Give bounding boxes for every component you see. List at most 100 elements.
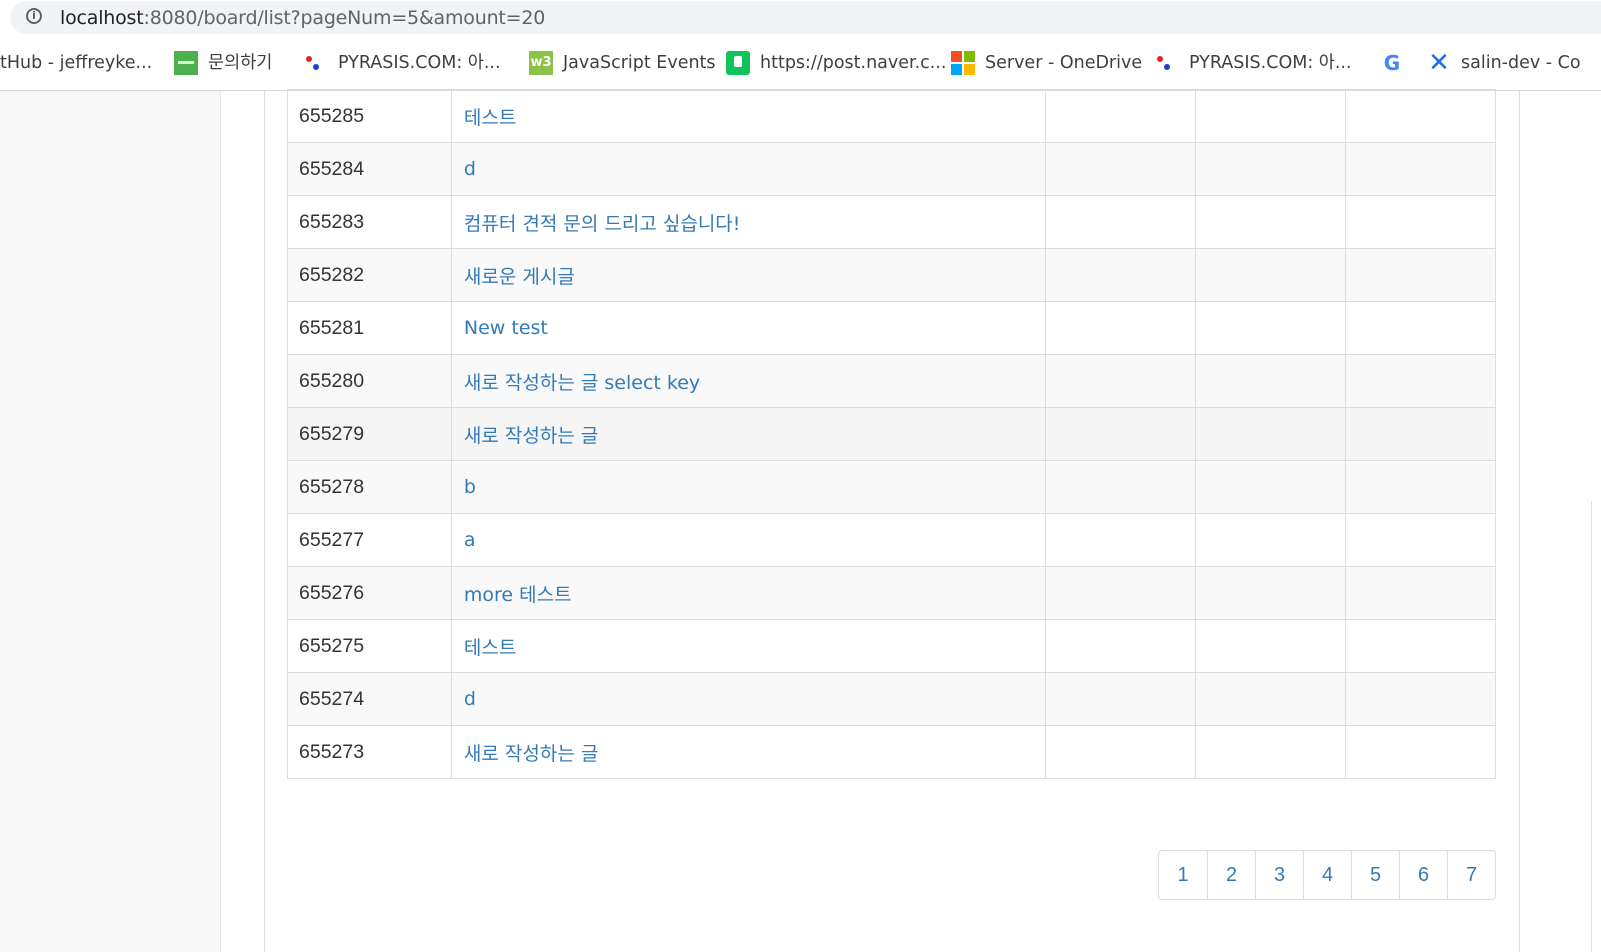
confluence-icon: ✕ — [1428, 48, 1450, 78]
bookmark-label: salin-dev - Co — [1461, 53, 1581, 73]
post-regdate-cell — [1195, 513, 1347, 567]
page-link-6[interactable]: 6 — [1399, 851, 1447, 899]
post-title-link[interactable]: New test — [464, 317, 548, 339]
post-writer-cell — [1045, 460, 1197, 514]
page-link-1[interactable]: 1 — [1159, 851, 1207, 899]
post-number: 655280 — [287, 354, 452, 408]
post-title-link[interactable]: d — [464, 158, 476, 180]
bookmark-confluence[interactable]: ✕ salin-dev - Co — [1427, 48, 1581, 78]
post-number: 655278 — [287, 460, 452, 514]
page-link-7[interactable]: 7 — [1447, 851, 1495, 899]
post-title-link[interactable]: 테스트 — [464, 107, 516, 129]
post-number: 655281 — [287, 301, 452, 355]
wrapper-divider — [264, 91, 265, 952]
post-number: 655276 — [287, 566, 452, 620]
post-updatedate-cell — [1345, 195, 1496, 249]
post-updatedate-cell — [1345, 566, 1496, 620]
post-title-link[interactable]: d — [464, 688, 476, 710]
post-title-link[interactable]: 새로 작성하는 글 select key — [464, 372, 700, 394]
post-writer-cell — [1045, 142, 1197, 196]
post-title-cell: 테스트 — [450, 89, 1047, 143]
post-number: 655282 — [287, 248, 452, 302]
page-link-5[interactable]: 5 — [1351, 851, 1399, 899]
post-title-link[interactable]: a — [464, 529, 476, 551]
bookmark-label: Server - OneDrive — [985, 53, 1143, 73]
table-row: 655277 a — [287, 513, 1496, 567]
post-title-cell: d — [450, 142, 1047, 196]
bookmark-pyrasis-1[interactable]: PYRASIS.COM: 아... — [304, 51, 501, 75]
google-icon: G — [1383, 51, 1401, 75]
post-regdate-cell — [1195, 407, 1347, 461]
post-title-cell: b — [450, 460, 1047, 514]
post-title-link[interactable]: 새로운 게시글 — [464, 266, 575, 288]
post-title-link[interactable]: 테스트 — [464, 637, 516, 659]
page-link-2[interactable]: 2 — [1207, 851, 1255, 899]
page-link-4[interactable]: 4 — [1303, 851, 1351, 899]
post-title-cell: 컴퓨터 견적 문의 드리고 싶습니다! — [450, 195, 1047, 249]
bookmark-label: JavaScript Events — [563, 53, 716, 73]
post-updatedate-cell — [1345, 672, 1496, 726]
table-row: 655282 새로운 게시글 — [287, 248, 1496, 302]
post-number: 655284 — [287, 142, 452, 196]
bookmark-naver-post[interactable]: https://post.naver.c... — [726, 51, 946, 75]
w3schools-icon: w3 — [529, 51, 553, 75]
bookmark-github[interactable]: tHub - jeffreyke... — [0, 51, 152, 75]
board-table: 655285 테스트 655284 d 655283 컴퓨터 견적 문의 드리고 싶습니다… — [287, 89, 1496, 779]
post-updatedate-cell — [1345, 89, 1496, 143]
bookmark-js-events[interactable]: w3 JavaScript Events — [529, 51, 716, 75]
post-title-link[interactable]: 새로 작성하는 글 — [464, 425, 598, 447]
bookmark-pyrasis-2[interactable]: PYRASIS.COM: 아... — [1155, 51, 1352, 75]
post-title-cell: 새로 작성하는 글 — [450, 725, 1047, 779]
bookmark-inquiry[interactable]: 문의하기 — [174, 51, 272, 75]
post-regdate-cell — [1195, 142, 1347, 196]
post-regdate-cell — [1195, 195, 1347, 249]
post-title-link[interactable]: 새로 작성하는 글 — [464, 743, 598, 765]
pyrasis-icon — [1155, 51, 1179, 75]
post-title-link[interactable]: more 테스트 — [464, 584, 572, 606]
bookmark-google[interactable]: G — [1380, 51, 1414, 75]
post-regdate-cell — [1195, 672, 1347, 726]
post-updatedate-cell — [1345, 142, 1496, 196]
post-title-link[interactable]: 컴퓨터 견적 문의 드리고 싶습니다! — [464, 213, 741, 235]
naver-post-icon — [726, 51, 750, 75]
table-row: 655276 more 테스트 — [287, 566, 1496, 620]
bookmark-label: 문의하기 — [208, 53, 273, 73]
info-icon[interactable]: i — [26, 8, 42, 24]
post-writer-cell — [1045, 566, 1197, 620]
post-writer-cell — [1045, 354, 1197, 408]
post-updatedate-cell — [1345, 513, 1496, 567]
post-regdate-cell — [1195, 460, 1347, 514]
post-regdate-cell — [1195, 354, 1347, 408]
page-link-3[interactable]: 3 — [1255, 851, 1303, 899]
table-row: 655278 b — [287, 460, 1496, 514]
post-writer-cell — [1045, 619, 1197, 673]
microsoft-icon — [951, 51, 975, 75]
post-writer-cell — [1045, 89, 1197, 143]
post-regdate-cell — [1195, 725, 1347, 779]
post-title-cell: d — [450, 672, 1047, 726]
bookmark-label: PYRASIS.COM: 아... — [1189, 53, 1352, 73]
table-row: 655279 새로 작성하는 글 — [287, 407, 1496, 461]
scrollbar[interactable] — [1591, 501, 1601, 952]
post-regdate-cell — [1195, 248, 1347, 302]
post-title-cell: a — [450, 513, 1047, 567]
post-number: 655279 — [287, 407, 452, 461]
url-host: localhost — [60, 7, 144, 29]
post-number: 655273 — [287, 725, 452, 779]
post-title-cell: 테스트 — [450, 619, 1047, 673]
page-content: 655285 테스트 655284 d 655283 컴퓨터 견적 문의 드리고 싶습니다… — [0, 89, 1601, 952]
post-number: 655283 — [287, 195, 452, 249]
bookmark-onedrive[interactable]: Server - OneDrive — [951, 51, 1142, 75]
address-bar[interactable]: i localhost:8080/board/list?pageNum=5&am… — [0, 0, 1601, 36]
table-row: 655284 d — [287, 142, 1496, 196]
post-updatedate-cell — [1345, 725, 1496, 779]
post-regdate-cell — [1195, 619, 1347, 673]
post-title-link[interactable]: b — [464, 476, 476, 498]
url-text[interactable]: localhost:8080/board/list?pageNum=5&amou… — [60, 7, 545, 29]
bookmark-label: tHub - jeffreyke... — [0, 53, 153, 73]
sidebar — [0, 91, 221, 952]
post-regdate-cell — [1195, 89, 1347, 143]
table-row: 655274 d — [287, 672, 1496, 726]
post-writer-cell — [1045, 407, 1197, 461]
url-path: :8080/board/list?pageNum=5&amount=20 — [143, 7, 546, 29]
